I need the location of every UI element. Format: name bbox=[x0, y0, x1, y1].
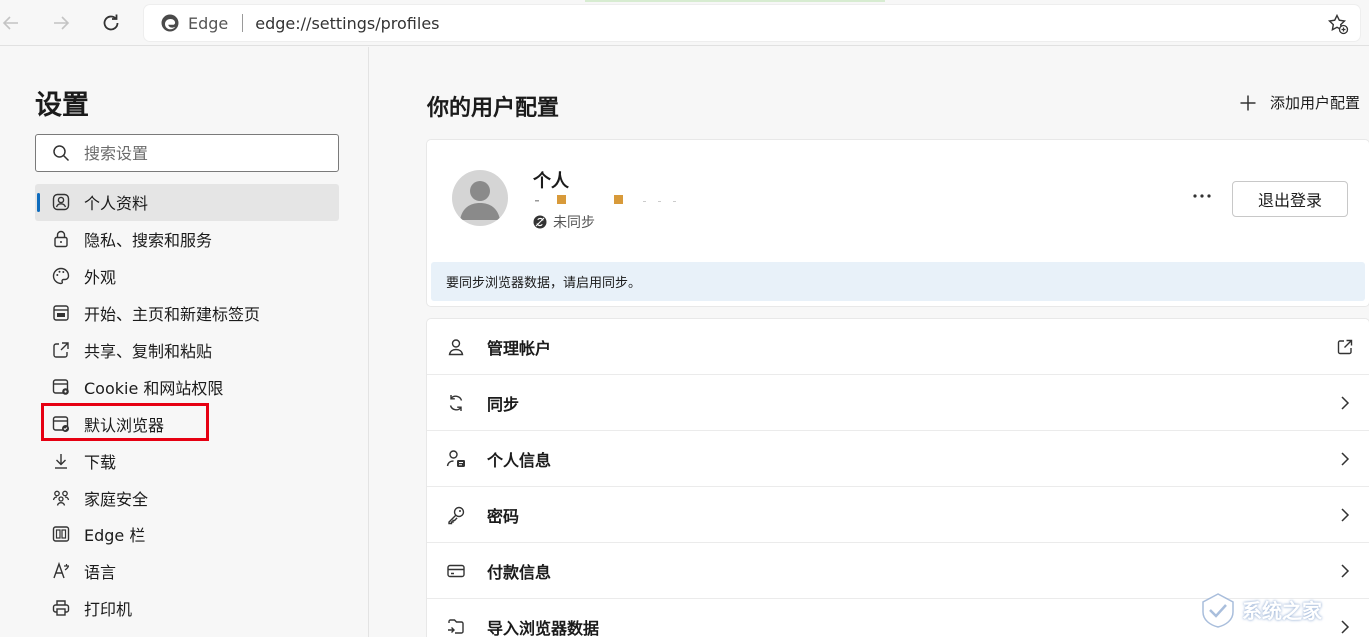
sidebar-item-family-safety[interactable]: 家庭安全 bbox=[35, 479, 339, 516]
option-sync[interactable]: 同步 bbox=[427, 375, 1369, 431]
site-watermark: 系统之家 bbox=[1198, 582, 1369, 637]
sidebar-item-label: Edge 栏 bbox=[84, 526, 146, 546]
add-profile-button[interactable]: 添加用户配置 bbox=[1238, 92, 1360, 113]
watermark-logo-icon bbox=[1202, 592, 1234, 628]
sidebar-item-label: 默认浏览器 bbox=[84, 415, 165, 435]
address-separator bbox=[242, 14, 244, 32]
profiles-page: 你的用户配置 添加用户配置 个人 未同步 退出登录 要同步浏览器数据，请启用同步… bbox=[370, 47, 1369, 637]
refresh-icon bbox=[103, 14, 119, 31]
refresh-button[interactable] bbox=[96, 8, 126, 38]
add-favorite-button[interactable] bbox=[1326, 12, 1350, 36]
settings-window: Edge edge://settings/profiles 设置 个人资料 bbox=[0, 0, 1369, 637]
sidebar-item-share-copy-paste[interactable]: 共享、复制和粘贴 bbox=[35, 332, 339, 369]
redacted-email bbox=[533, 193, 693, 207]
add-profile-label: 添加用户配置 bbox=[1269, 94, 1360, 112]
option-personal-info[interactable]: 个人信息 bbox=[427, 431, 1369, 487]
sidebar-item-edge-bar[interactable]: Edge 栏 bbox=[35, 516, 339, 553]
sidebar-item-privacy[interactable]: 隐私、搜索和服务 bbox=[35, 221, 339, 258]
sign-out-button[interactable]: 退出登录 bbox=[1232, 181, 1348, 217]
arrow-right-icon bbox=[54, 16, 70, 30]
option-label: 付款信息 bbox=[487, 562, 552, 582]
settings-sidebar: 设置 个人资料 隐私、搜索和服务 bbox=[0, 47, 369, 637]
option-label: 管理帐户 bbox=[487, 338, 552, 358]
settings-nav: 个人资料 隐私、搜索和服务 外观 开始、主页和新建标签页 共享、复制和粘贴 Co… bbox=[35, 184, 339, 627]
star-add-icon bbox=[1327, 13, 1349, 35]
printer-icon bbox=[51, 598, 71, 618]
sidebar-item-label: 个人资料 bbox=[84, 194, 149, 214]
personal-info-icon bbox=[445, 448, 467, 470]
sidebar-item-label: 开始、主页和新建标签页 bbox=[84, 305, 261, 325]
sync-banner: 要同步浏览器数据，请启用同步。 bbox=[431, 262, 1365, 301]
family-icon bbox=[51, 488, 71, 508]
sidebar-item-label: 打印机 bbox=[84, 600, 133, 620]
sidebar-item-languages[interactable]: 语言 bbox=[35, 553, 339, 590]
sync-off-icon bbox=[533, 215, 547, 229]
card-icon bbox=[445, 560, 467, 582]
sidebar-item-label: 家庭安全 bbox=[84, 489, 149, 509]
account-icon bbox=[445, 336, 467, 358]
edge-bar-icon bbox=[51, 524, 71, 544]
more-icon bbox=[1193, 194, 1211, 198]
search-input[interactable] bbox=[84, 143, 324, 163]
plus-icon bbox=[1238, 93, 1258, 113]
cookie-permissions-icon bbox=[51, 377, 71, 397]
edge-logo-icon bbox=[160, 13, 180, 33]
back-button[interactable] bbox=[0, 8, 26, 38]
sync-status: 未同步 bbox=[533, 212, 595, 232]
sidebar-item-label: 语言 bbox=[84, 563, 117, 583]
sidebar-title: 设置 bbox=[35, 90, 89, 121]
sidebar-item-label: 下载 bbox=[84, 452, 117, 472]
option-label: 个人信息 bbox=[487, 450, 552, 470]
watermark-text: 系统之家 bbox=[1242, 599, 1322, 623]
search-icon bbox=[52, 144, 70, 162]
start-page-icon bbox=[51, 303, 71, 323]
profile-name: 个人 bbox=[533, 171, 569, 192]
sidebar-item-cookies[interactable]: Cookie 和网站权限 bbox=[35, 368, 339, 405]
sidebar-item-profiles[interactable]: 个人资料 bbox=[35, 184, 339, 221]
browser-brand-label: Edge bbox=[188, 13, 229, 33]
chevron-right-icon bbox=[1335, 449, 1355, 469]
url-text[interactable]: edge://settings/profiles bbox=[255, 14, 439, 33]
forward-button[interactable] bbox=[46, 8, 76, 38]
address-bar[interactable]: Edge edge://settings/profiles bbox=[144, 5, 1360, 41]
sidebar-item-downloads[interactable]: 下载 bbox=[35, 442, 339, 479]
palette-icon bbox=[51, 266, 71, 286]
sidebar-item-appearance[interactable]: 外观 bbox=[35, 258, 339, 295]
tab-accent-strip bbox=[585, 0, 885, 2]
sidebar-item-label: 隐私、搜索和服务 bbox=[84, 231, 213, 251]
option-label: 同步 bbox=[487, 394, 520, 414]
option-label: 导入浏览器数据 bbox=[487, 619, 600, 637]
profile-card: 个人 未同步 退出登录 要同步浏览器数据，请启用同步。 bbox=[427, 140, 1369, 306]
sidebar-item-start-page[interactable]: 开始、主页和新建标签页 bbox=[35, 295, 339, 332]
chevron-right-icon bbox=[1335, 393, 1355, 413]
chevron-right-icon bbox=[1335, 505, 1355, 525]
share-icon bbox=[51, 340, 71, 360]
arrow-left-icon bbox=[2, 16, 18, 30]
more-options-button[interactable] bbox=[1187, 186, 1217, 206]
sync-icon bbox=[445, 392, 467, 414]
sidebar-item-label: 共享、复制和粘贴 bbox=[84, 342, 213, 361]
sidebar-item-label: 外观 bbox=[84, 268, 117, 288]
page-title: 你的用户配置 bbox=[427, 96, 560, 121]
sidebar-item-printers[interactable]: 打印机 bbox=[35, 590, 339, 627]
option-manage-account[interactable]: 管理帐户 bbox=[427, 319, 1369, 375]
profile-icon bbox=[51, 192, 71, 212]
sync-status-label: 未同步 bbox=[553, 215, 595, 231]
search-box[interactable] bbox=[35, 134, 339, 172]
external-link-icon[interactable] bbox=[1335, 337, 1355, 357]
default-browser-icon bbox=[51, 414, 71, 434]
sidebar-item-default-browser[interactable]: 默认浏览器 bbox=[35, 405, 339, 442]
chevron-right-icon bbox=[1335, 561, 1355, 581]
avatar bbox=[452, 170, 508, 226]
option-passwords[interactable]: 密码 bbox=[427, 487, 1369, 543]
key-icon bbox=[445, 504, 467, 526]
sidebar-item-label: Cookie 和网站权限 bbox=[84, 378, 224, 398]
lock-icon bbox=[51, 229, 71, 249]
import-icon bbox=[445, 616, 467, 637]
language-icon bbox=[51, 561, 71, 581]
option-label: 密码 bbox=[487, 506, 520, 526]
download-icon bbox=[51, 451, 71, 471]
toolbar: Edge edge://settings/profiles bbox=[0, 0, 1369, 46]
